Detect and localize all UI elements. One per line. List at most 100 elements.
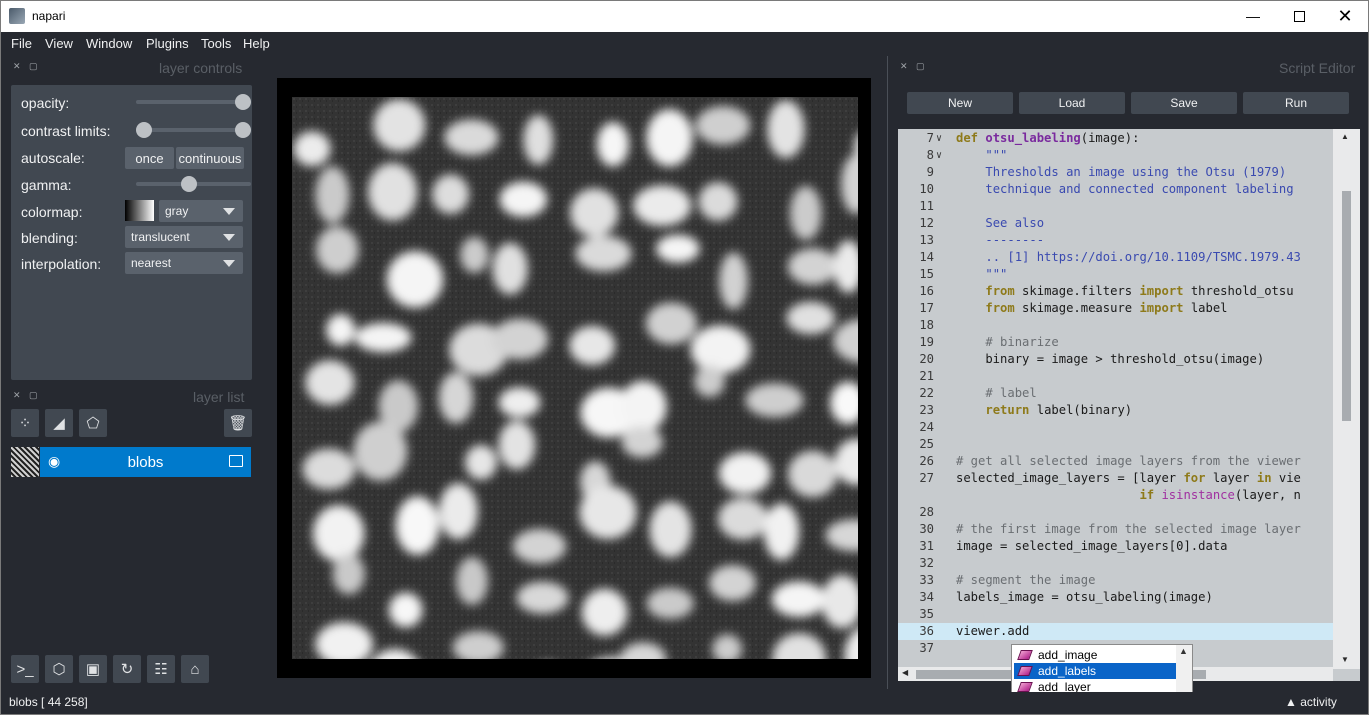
method-icon	[1017, 650, 1033, 660]
new-button[interactable]: New	[907, 92, 1013, 114]
contrast-max-handle[interactable]	[235, 122, 251, 138]
blob	[326, 314, 356, 346]
save-button[interactable]: Save	[1131, 92, 1237, 114]
autocomplete-item[interactable]: add_labels	[1014, 663, 1176, 679]
transpose-button[interactable]: ↻	[113, 655, 141, 683]
code-line[interactable]: 10 technique and connected component lab…	[898, 181, 1334, 198]
dock-close-icon[interactable]: ✕	[13, 390, 21, 401]
code-line[interactable]: 25	[898, 436, 1334, 453]
dock-close-icon[interactable]: ✕	[900, 61, 908, 72]
code-line[interactable]: 30 # the first image from the selected im…	[898, 521, 1334, 538]
code-line[interactable]: 24	[898, 419, 1334, 436]
opacity-slider[interactable]	[136, 94, 251, 110]
autocomplete-label: add_image	[1038, 648, 1098, 662]
code-text: # binarize	[985, 335, 1059, 349]
code-line[interactable]: if isinstance(layer, n	[898, 487, 1334, 504]
layer-thumbnail	[11, 447, 39, 477]
code-line[interactable]: 19 # binarize	[898, 334, 1334, 351]
code-editor[interactable]: 7 ∨ def otsu_labeling(image): 8 ∨ """ 9 Thres…	[898, 129, 1360, 681]
code-line[interactable]: 13 --------	[898, 232, 1334, 249]
interpolation-combo[interactable]: nearest	[125, 252, 243, 274]
code-line[interactable]: 15 """	[898, 266, 1334, 283]
code-line[interactable]: 20 binary = image > threshold_otsu(image…	[898, 351, 1334, 368]
autocomplete-item[interactable]: add_image	[1014, 647, 1176, 663]
code-line[interactable]: 36 viewer.add	[898, 623, 1334, 640]
minimize-button[interactable]: —	[1230, 1, 1276, 31]
method-icon	[1017, 666, 1033, 676]
code-line[interactable]: 32	[898, 555, 1334, 572]
load-button[interactable]: Load	[1019, 92, 1125, 114]
menu-view[interactable]: View	[45, 36, 73, 51]
colormap-combo[interactable]: gray	[159, 200, 243, 222]
layer-row-blobs[interactable]: ◉ blobs	[11, 447, 252, 477]
dock-float-icon[interactable]: ▢	[29, 390, 38, 401]
contrast-min-handle[interactable]	[136, 122, 152, 138]
menu-help[interactable]: Help	[243, 36, 270, 51]
scroll-up-icon[interactable]: ▲	[1341, 132, 1349, 141]
layer-controls-panel: opacity: contrast limits: autoscale: onc…	[11, 85, 252, 380]
dock-close-icon[interactable]: ✕	[13, 61, 21, 72]
code-line[interactable]: 17 from skimage.measure import label	[898, 300, 1334, 317]
dock-float-icon[interactable]: ▢	[29, 61, 38, 72]
new-labels-layer-button[interactable]: ⬠	[79, 409, 107, 437]
contrast-limits-slider[interactable]	[136, 122, 251, 138]
blob	[305, 360, 355, 405]
label-tag-icon: ⬠	[86, 415, 100, 432]
fold-chevron-icon[interactable]: ∨	[936, 130, 942, 147]
code-line[interactable]: 21	[898, 368, 1334, 385]
fold-chevron-icon[interactable]: ∨	[936, 147, 942, 164]
code-line[interactable]: 31 image = selected_image_layers[0].data	[898, 538, 1334, 555]
delete-layer-button[interactable]: 🗑	[224, 409, 252, 437]
menu-file[interactable]: File	[11, 36, 32, 51]
layer-item[interactable]: ◉ blobs	[40, 447, 251, 477]
blending-combo[interactable]: translucent	[125, 226, 243, 248]
home-button[interactable]: ⌂	[181, 655, 209, 683]
code-line[interactable]: 33 # segment the image	[898, 572, 1334, 589]
ndisplay-button[interactable]: ⬡	[45, 655, 73, 683]
dock-splitter[interactable]	[887, 56, 888, 689]
code-line[interactable]: 35	[898, 606, 1334, 623]
code-line[interactable]: 34 labels_image = otsu_labeling(image)	[898, 589, 1334, 606]
blob	[656, 234, 700, 263]
close-button[interactable]: ✕	[1322, 1, 1368, 31]
opacity-slider-handle[interactable]	[235, 94, 251, 110]
viewer-canvas[interactable]	[277, 78, 871, 678]
menu-tools[interactable]: Tools	[201, 36, 231, 51]
dock-float-icon[interactable]: ▢	[916, 61, 925, 72]
activity-button[interactable]: ▲ activity	[1285, 695, 1337, 709]
blob	[718, 452, 772, 495]
chevron-up-icon[interactable]: ▲	[1179, 646, 1188, 656]
scroll-down-icon[interactable]: ▼	[1341, 655, 1349, 664]
menu-window[interactable]: Window	[86, 36, 132, 51]
code-line[interactable]: 7 ∨ def otsu_labeling(image):	[898, 130, 1334, 147]
autoscale-continuous-button[interactable]: continuous	[176, 147, 244, 169]
code-line[interactable]: 23 return label(binary)	[898, 402, 1334, 419]
roll-dims-button[interactable]: ▣	[79, 655, 107, 683]
maximize-button[interactable]	[1276, 1, 1322, 31]
code-line[interactable]: 26 # get all selected image layers from t…	[898, 453, 1334, 470]
scrollbar-thumb[interactable]	[1342, 191, 1351, 421]
run-button[interactable]: Run	[1243, 92, 1349, 114]
code-line[interactable]: 14 .. [1] https://doi.org/10.1109/TSMC.1…	[898, 249, 1334, 266]
gamma-slider-handle[interactable]	[181, 176, 197, 192]
code-line[interactable]: 12 See also	[898, 215, 1334, 232]
new-points-layer-button[interactable]: ⁘	[11, 409, 39, 437]
code-line[interactable]: 11	[898, 198, 1334, 215]
code-line[interactable]: 16 from skimage.filters import threshold…	[898, 283, 1334, 300]
code-line[interactable]: 8 ∨ """	[898, 147, 1334, 164]
code-line[interactable]: 22 # label	[898, 385, 1334, 402]
scroll-left-icon[interactable]: ◀	[902, 668, 908, 677]
code-line[interactable]: 9 Thresholds an image using the Otsu (19…	[898, 164, 1334, 181]
code-line[interactable]: 27 selected_image_layers = [layer for lay…	[898, 470, 1334, 487]
code-line[interactable]: 18	[898, 317, 1334, 334]
code-line[interactable]: 28	[898, 504, 1334, 521]
console-button[interactable]: >_	[11, 655, 39, 683]
autoscale-once-button[interactable]: once	[125, 147, 174, 169]
grid-view-button[interactable]: ☷	[147, 655, 175, 683]
menu-plugins[interactable]: Plugins	[146, 36, 189, 51]
gamma-slider[interactable]	[136, 176, 251, 192]
new-shapes-layer-button[interactable]: ◢	[45, 409, 73, 437]
editor-vertical-scrollbar[interactable]: ▲ ▼	[1333, 129, 1360, 669]
code-text: binary = image > threshold_otsu(image)	[956, 352, 1265, 366]
blobs-image[interactable]	[292, 97, 858, 659]
